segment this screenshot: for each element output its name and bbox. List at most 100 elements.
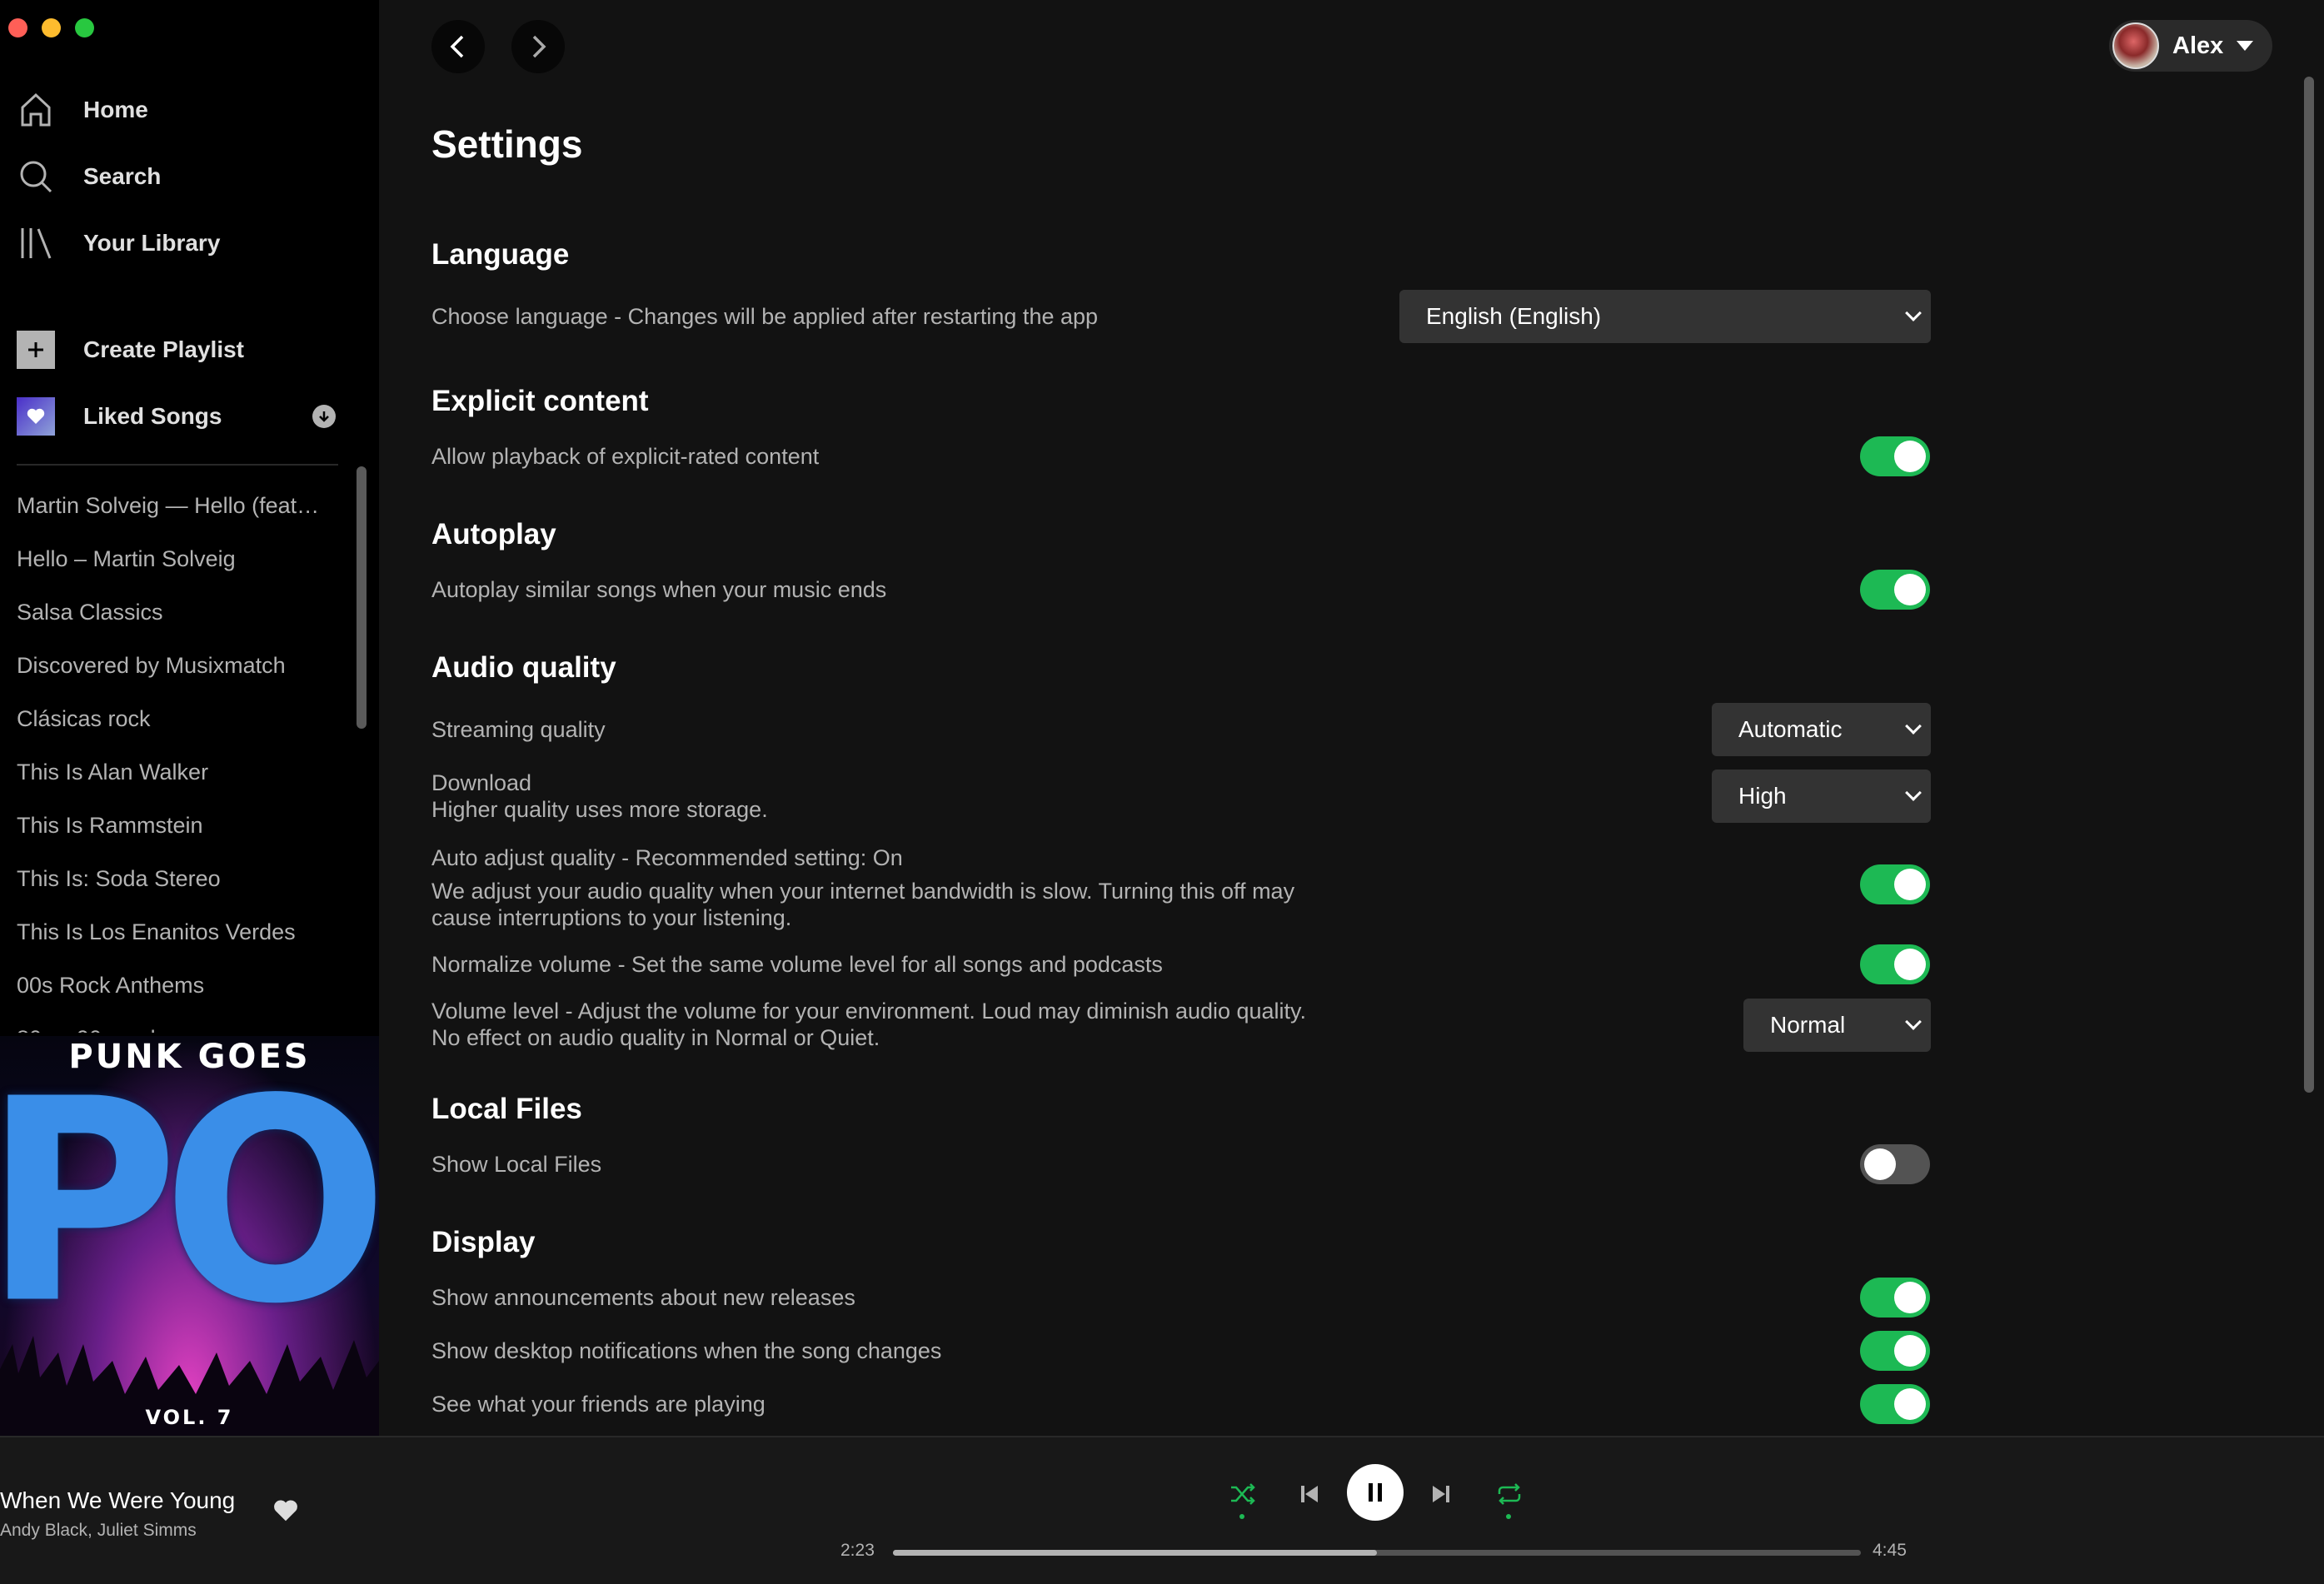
repeat-button[interactable] xyxy=(1494,1479,1524,1509)
streaming-quality-label: Streaming quality xyxy=(431,717,606,742)
create-playlist-button[interactable]: Create Playlist xyxy=(17,325,244,375)
total-duration: 4:45 xyxy=(1873,1541,1907,1560)
section-local-files-title: Local Files xyxy=(431,1093,582,1125)
plus-icon xyxy=(17,331,55,369)
progress-bar[interactable] xyxy=(893,1550,1861,1556)
close-window-button[interactable] xyxy=(8,18,27,37)
playlist-item[interactable]: Discovered by Musixmatch xyxy=(0,639,342,692)
playlist-item[interactable]: 80s y 90s rock xyxy=(0,1012,342,1033)
repeat-icon xyxy=(1498,1483,1521,1505)
playlist-item[interactable]: This Is Los Enanitos Verdes xyxy=(0,905,342,959)
previous-button[interactable] xyxy=(1294,1479,1324,1509)
explicit-description: Allow playback of explicit-rated content xyxy=(431,444,820,469)
nav-search[interactable]: Search xyxy=(17,152,161,202)
volume-level-value: Normal xyxy=(1770,1012,1846,1038)
announcements-label: Show announcements about new releases xyxy=(431,1285,855,1310)
library-icon xyxy=(17,224,55,262)
playlist-item[interactable]: Clásicas rock xyxy=(0,692,342,745)
skip-forward-icon xyxy=(1433,1486,1449,1502)
download-label: Download xyxy=(431,770,532,795)
section-language-title: Language xyxy=(431,238,570,271)
back-button[interactable] xyxy=(431,20,485,73)
playlist-item[interactable]: This Is Rammstein xyxy=(0,799,342,852)
player-bar: When We Were Young Andy Black, Juliet Si… xyxy=(0,1436,2324,1584)
local-files-description: Show Local Files xyxy=(431,1152,602,1177)
auto-adjust-description-1: We adjust your audio quality when your i… xyxy=(431,879,1295,904)
section-display-title: Display xyxy=(431,1226,536,1258)
elapsed-time: 2:23 xyxy=(840,1541,875,1560)
autoplay-toggle[interactable] xyxy=(1860,570,1930,610)
page-title: Settings xyxy=(431,122,583,166)
streaming-quality-select[interactable]: Automatic xyxy=(1712,703,1931,756)
sidebar: Home Search Your Library Create Playlist… xyxy=(0,0,379,1436)
friends-activity-toggle[interactable] xyxy=(1860,1384,1930,1424)
home-icon xyxy=(17,91,55,129)
window-controls xyxy=(8,18,94,37)
avatar xyxy=(2112,22,2159,69)
pause-icon xyxy=(1369,1483,1382,1502)
nav-home-label: Home xyxy=(83,97,148,122)
desktop-notifications-label: Show desktop notifications when the song… xyxy=(431,1338,942,1363)
zoom-window-button[interactable] xyxy=(75,18,94,37)
language-description: Choose language - Changes will be applie… xyxy=(431,304,1099,329)
nav-home[interactable]: Home xyxy=(17,85,148,135)
forward-button[interactable] xyxy=(511,20,565,73)
section-explicit-title: Explicit content xyxy=(431,385,649,417)
streaming-quality-value: Automatic xyxy=(1738,716,1843,742)
chevron-down-icon xyxy=(1905,305,1922,321)
track-artist[interactable]: Andy Black, Juliet Simms xyxy=(0,1521,197,1541)
normalize-volume-toggle[interactable] xyxy=(1860,944,1930,984)
playlist-item[interactable]: 00s Rock Anthems xyxy=(0,959,342,1012)
playlist-item[interactable]: Salsa Classics xyxy=(0,585,342,639)
like-heart-icon[interactable] xyxy=(273,1499,298,1527)
shuffle-icon xyxy=(1231,1483,1255,1505)
playlist-item[interactable]: Martin Solveig — Hello (feat… xyxy=(0,479,342,532)
language-select-value: English (English) xyxy=(1426,303,1602,329)
skip-back-icon xyxy=(1301,1486,1318,1502)
chevron-down-icon xyxy=(1905,785,1922,801)
playlist-item[interactable]: Hello – Martin Solveig xyxy=(0,532,342,585)
playlist-list: Martin Solveig — Hello (feat… Hello – Ma… xyxy=(0,479,342,1033)
volume-level-select[interactable]: Normal xyxy=(1743,999,1931,1052)
repeat-active-dot xyxy=(1506,1514,1511,1519)
nav-library-label: Your Library xyxy=(83,230,221,256)
minimize-window-button[interactable] xyxy=(42,18,61,37)
volume-level-label-2: No effect on audio quality in Normal or … xyxy=(431,1025,880,1050)
explicit-content-toggle[interactable] xyxy=(1860,436,1930,476)
language-select[interactable]: English (English) xyxy=(1399,290,1931,343)
liked-songs-button[interactable]: Liked Songs xyxy=(17,391,222,441)
chevron-right-icon xyxy=(532,35,546,58)
sidebar-scrollbar[interactable] xyxy=(357,466,367,729)
volume-level-label-1: Volume level - Adjust the volume for you… xyxy=(431,999,1307,1024)
normalize-volume-label: Normalize volume - Set the same volume l… xyxy=(431,952,1163,977)
section-autoplay-title: Autoplay xyxy=(431,518,556,550)
shuffle-button[interactable] xyxy=(1228,1479,1258,1509)
section-audio-title: Audio quality xyxy=(431,651,616,684)
next-button[interactable] xyxy=(1426,1479,1456,1509)
download-quality-select[interactable]: High xyxy=(1712,770,1931,823)
download-sublabel: Higher quality uses more storage. xyxy=(431,797,768,822)
announcements-toggle[interactable] xyxy=(1860,1278,1930,1318)
auto-adjust-description-2: cause interruptions to your listening. xyxy=(431,905,792,930)
main-scrollbar[interactable] xyxy=(2304,77,2314,1093)
nav-library[interactable]: Your Library xyxy=(17,218,220,268)
heart-icon xyxy=(17,397,55,436)
chevron-down-icon xyxy=(1905,1014,1922,1030)
user-name: Alex xyxy=(2172,32,2224,59)
chevron-left-icon xyxy=(450,35,464,58)
liked-songs-label: Liked Songs xyxy=(83,403,222,429)
playlist-item[interactable]: This Is: Soda Stereo xyxy=(0,852,342,905)
main-view xyxy=(379,0,2324,1436)
auto-adjust-quality-toggle[interactable] xyxy=(1860,864,1930,904)
track-title[interactable]: When We Were Young xyxy=(0,1487,235,1514)
friends-activity-label: See what your friends are playing xyxy=(431,1392,766,1417)
show-local-files-toggle[interactable] xyxy=(1860,1144,1930,1184)
search-icon xyxy=(17,157,55,196)
album-art[interactable]: PUNK GOES POP VOL. 7 xyxy=(0,1036,379,1436)
pause-button[interactable] xyxy=(1347,1464,1404,1521)
autoplay-description: Autoplay similar songs when your music e… xyxy=(431,577,887,602)
playlist-item[interactable]: This Is Alan Walker xyxy=(0,745,342,799)
desktop-notifications-toggle[interactable] xyxy=(1860,1331,1930,1371)
user-menu-button[interactable]: Alex xyxy=(2109,20,2272,72)
download-icon xyxy=(312,405,336,428)
